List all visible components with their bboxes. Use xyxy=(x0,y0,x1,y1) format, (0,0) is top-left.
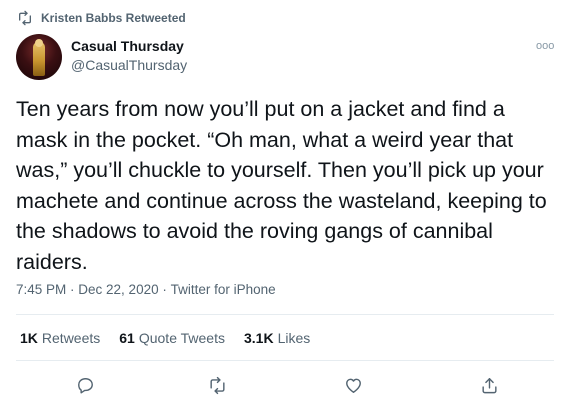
share-icon xyxy=(481,377,497,393)
divider xyxy=(16,314,554,315)
retweeter-label: Kristen Babbs Retweeted xyxy=(41,11,186,25)
meta-separator: · xyxy=(66,282,79,297)
likes-count: 3.1K xyxy=(243,330,274,346)
like-button[interactable] xyxy=(341,373,365,397)
share-button[interactable] xyxy=(477,373,501,397)
divider xyxy=(16,360,554,361)
meta-separator: · xyxy=(158,282,171,297)
retweet-icon xyxy=(209,376,225,394)
quote-tweets-label: Quote Tweets xyxy=(138,330,225,346)
avatar-figure xyxy=(33,42,45,76)
likes-label: Likes xyxy=(277,330,311,346)
quote-tweets-count: 61 xyxy=(119,330,135,346)
avatar-head xyxy=(35,39,43,47)
tweet-time[interactable]: 7:45 PM xyxy=(16,282,66,297)
author-handle[interactable]: @CasualThursday xyxy=(71,57,187,73)
action-bar xyxy=(0,373,570,397)
tweet-stats: 1K Retweets 61 Quote Tweets 3.1K Likes xyxy=(20,330,329,346)
reply-icon xyxy=(77,377,93,393)
retweet-context[interactable]: Kristen Babbs Retweeted xyxy=(17,10,186,26)
heart-icon xyxy=(345,378,361,393)
retweets-stat[interactable]: 1K Retweets xyxy=(20,330,100,346)
avatar[interactable] xyxy=(16,34,62,80)
quote-tweets-stat[interactable]: 61 Quote Tweets xyxy=(119,330,225,346)
tweet-meta: 7:45 PM · Dec 22, 2020 · Twitter for iPh… xyxy=(16,282,276,297)
more-dots-icon[interactable]: ooo xyxy=(536,40,554,52)
author-display-name[interactable]: Casual Thursday xyxy=(71,38,184,54)
tweet-text: Ten years from now you’ll put on a jacke… xyxy=(16,97,547,274)
retweet-button[interactable] xyxy=(205,373,229,397)
tweet-date[interactable]: Dec 22, 2020 xyxy=(78,282,158,297)
likes-stat[interactable]: 3.1K Likes xyxy=(244,330,310,346)
tweet-source[interactable]: Twitter for iPhone xyxy=(171,282,276,297)
retweets-label: Retweets xyxy=(41,330,101,346)
reply-button[interactable] xyxy=(73,373,97,397)
retweets-count: 1K xyxy=(20,330,38,346)
retweet-icon xyxy=(19,10,31,26)
